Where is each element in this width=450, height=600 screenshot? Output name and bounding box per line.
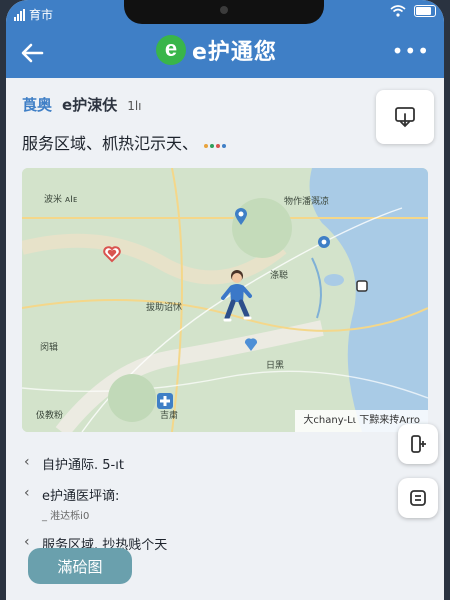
header-row: 莨奥 e护涑伕 1lı	[22, 94, 142, 115]
exchange-icon	[411, 435, 426, 453]
map-label-1: 波米 ᴀIᴇ	[44, 195, 78, 205]
pin-icon[interactable]	[234, 208, 248, 226]
download-button[interactable]	[376, 90, 434, 144]
dot-1	[204, 143, 209, 148]
color-dots	[202, 133, 227, 152]
app-title: e护通您	[192, 40, 277, 65]
map-label-2: 物作潘溉凉	[284, 197, 330, 207]
map-label-5: 日黑	[266, 361, 285, 371]
service-map[interactable]: 波米 ᴀIᴇ 物作潘溉凉 拔助诏怵 涤聪 日黑 伋教粉 闵辑 吉粛 大chany…	[22, 168, 428, 432]
person-walking-icon	[221, 270, 252, 322]
hospital-icon[interactable]	[156, 392, 174, 410]
more-icon[interactable]: •••	[392, 41, 430, 61]
list-item-text: 自护通际. 5-ıt	[42, 458, 124, 473]
chevron-left-icon: ‹	[24, 485, 30, 501]
map-label-4: 涤聪	[270, 271, 289, 281]
phone-screen: 育市 e e护通您 ••• 莨奥 e护涑伕 1lı 服务区域、枛热氾示天、 波米…	[6, 0, 444, 600]
map-action-button[interactable]: 滿硆图	[28, 548, 132, 584]
map-label-3: 拔助诏怵	[146, 303, 183, 313]
carrier-label: 育市	[29, 8, 54, 22]
app-logo: e	[156, 35, 186, 65]
service-area-text: 服务区域、枛热氾示天、	[22, 134, 199, 153]
list-item[interactable]: ‹ 自护通际. 5-ıt	[22, 454, 362, 473]
swap-button[interactable]	[398, 478, 438, 518]
app-bar: e e护通您 •••	[6, 28, 444, 78]
status-bar: 育市	[6, 0, 444, 28]
battery-icon	[414, 5, 436, 17]
map-label-7: 闵辑	[40, 343, 59, 353]
location-pin-icon[interactable]	[244, 338, 258, 352]
heart-marker-icon[interactable]	[102, 244, 122, 264]
wifi-icon	[390, 5, 406, 17]
signal-icon	[14, 8, 25, 21]
notch	[124, 0, 324, 24]
status-right	[390, 5, 436, 17]
exchange-button[interactable]	[398, 424, 438, 464]
dot-2	[210, 143, 215, 148]
camera-icon	[220, 6, 228, 14]
list-item-subtext: _ 溎达栎i0	[42, 511, 90, 522]
back-button[interactable]	[16, 38, 48, 68]
back-arrow-icon	[21, 43, 44, 63]
main-content: 莨奥 e护涑伕 1lı 服务区域、枛热氾示天、 波米 ᴀIᴇ 物作潘溉凉 拔助诏…	[6, 78, 444, 600]
app-title-group: e e护通您	[156, 34, 277, 66]
chevron-left-icon: ‹	[24, 454, 30, 470]
list-item-text: e护通医坪谪:	[42, 489, 120, 504]
count-label: 1lı	[127, 99, 142, 113]
service-area-title: 服务区域、枛热氾示天、	[22, 130, 227, 154]
list-item[interactable]: ‹ e护通医坪谪: _ 溎达栎i0	[22, 485, 362, 522]
dot-3	[216, 143, 221, 148]
dot-4	[222, 143, 227, 148]
download-icon	[395, 107, 415, 128]
chevron-left-icon: ‹	[24, 534, 30, 550]
map-label-6: 伋教粉	[36, 411, 64, 421]
gear-icon[interactable]	[316, 234, 332, 250]
brand-label: e护涑伕	[62, 96, 118, 114]
square-marker-icon[interactable]	[356, 280, 368, 292]
location-label[interactable]: 莨奥	[22, 94, 52, 115]
status-left: 育市	[14, 6, 53, 23]
swap-icon	[410, 490, 426, 506]
